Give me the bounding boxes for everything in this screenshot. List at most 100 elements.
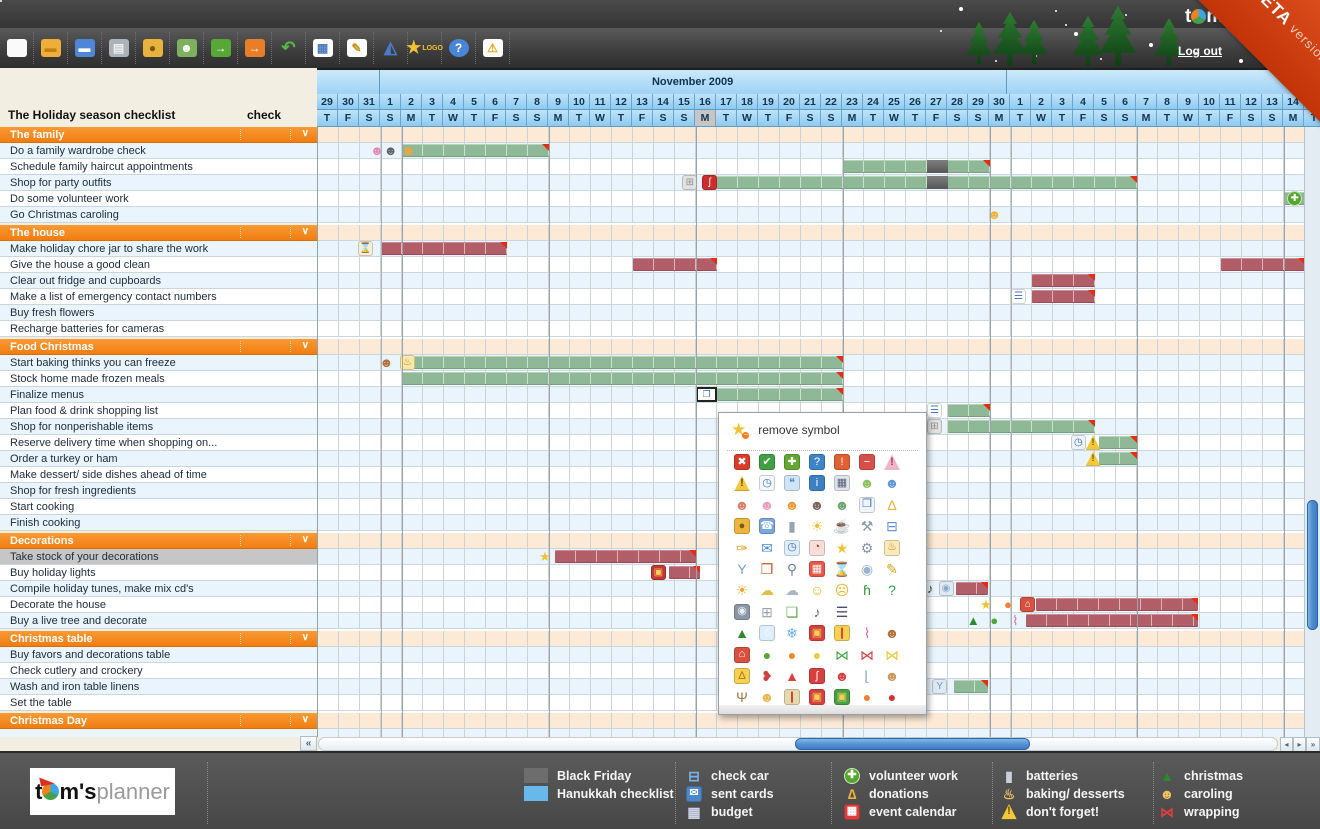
person-orange-icon[interactable]: ☻ (784, 497, 800, 513)
alarm-clock-red-icon[interactable]: ◔ (809, 539, 825, 556)
flip-button[interactable]: ◭ (374, 32, 408, 64)
task-label-row[interactable]: Finalize menus (0, 387, 317, 403)
day-letter-cell[interactable]: M (1283, 110, 1304, 127)
date-cell[interactable]: 6 (1115, 94, 1136, 110)
chevron-down-icon[interactable]: ∨ (302, 534, 309, 545)
day-letter-cell[interactable]: T (1052, 110, 1073, 127)
date-cell[interactable]: 3 (422, 94, 443, 110)
date-cell[interactable]: 3 (1052, 94, 1073, 110)
red-bar[interactable] (1036, 598, 1198, 611)
battery-icon[interactable]: ▮ (784, 518, 800, 534)
alert-icon[interactable]: ! (834, 454, 850, 470)
date-cell[interactable]: 5 (464, 94, 485, 110)
chevron-down-icon[interactable]: ∨ (302, 714, 309, 725)
ornament-yellow-icon[interactable]: ● (809, 647, 825, 663)
date-cell[interactable]: 21 (800, 94, 821, 110)
chevron-down-icon[interactable]: ∨ (302, 226, 309, 237)
red-bar[interactable] (633, 258, 717, 271)
date-cell[interactable]: 4 (1073, 94, 1094, 110)
day-letter-cell[interactable]: S (527, 110, 548, 127)
section-header[interactable]: Decorations ∨ (0, 533, 317, 549)
share-users-button[interactable]: ☻ (170, 32, 204, 64)
task-gantt-row[interactable] (318, 289, 1320, 305)
day-letter-cell[interactable]: W (1031, 110, 1052, 127)
date-cell[interactable]: 17 (716, 94, 737, 110)
warning-pink-icon[interactable]: ! (884, 454, 900, 470)
green-bar[interactable] (843, 160, 990, 173)
bow-green-icon[interactable]: ⋈ (834, 647, 850, 663)
day-letter-cell[interactable]: F (1220, 110, 1241, 127)
task-label-row[interactable]: Decorate the house (0, 597, 317, 613)
alarm-clock-blue-icon[interactable]: ◷ (784, 539, 800, 556)
day-letter-cell[interactable]: S (821, 110, 842, 127)
help-button[interactable]: ? (442, 32, 476, 64)
edit-notes-button[interactable]: ✎ (340, 32, 374, 64)
date-cell[interactable]: 28 (947, 94, 968, 110)
selected-cell[interactable]: ❐ (696, 387, 717, 402)
date-cell[interactable]: 30 (989, 94, 1010, 110)
numbered-list-icon[interactable]: ☰ (834, 604, 850, 620)
day-letter-cell[interactable]: T (569, 110, 590, 127)
envelope-icon[interactable]: ✉ (686, 785, 702, 802)
info-icon[interactable]: i (809, 475, 825, 492)
task-label-row[interactable]: Clear out fridge and cupboards (0, 273, 317, 289)
task-label-row[interactable]: Buy holiday lights (0, 565, 317, 581)
person-blue-icon[interactable]: ☻ (884, 475, 900, 491)
stocking-icon[interactable]: ʃ (809, 668, 825, 684)
gift-red-icon[interactable]: ▣ (809, 625, 825, 642)
day-letter-cell[interactable]: T (464, 110, 485, 127)
date-cell[interactable]: 9 (1178, 94, 1199, 110)
calendar-icon[interactable]: ▦ (844, 803, 860, 820)
task-label-row[interactable]: Schedule family haircut appointments (0, 159, 317, 175)
date-cell[interactable]: 29 (317, 94, 338, 110)
star-icon[interactable]: ★ (834, 540, 850, 556)
fax-phone-icon[interactable]: ☎ (759, 518, 775, 535)
coffee-cup-icon[interactable]: ☕ (833, 518, 850, 534)
date-cell[interactable]: 30 (338, 94, 359, 110)
red-bar[interactable] (555, 550, 696, 563)
day-letter-cell[interactable]: T (716, 110, 737, 127)
numbered-list-icon[interactable]: ☰ (927, 403, 942, 418)
date-cell[interactable]: 14 (653, 94, 674, 110)
date-cell[interactable]: 16 (695, 94, 716, 110)
task-label-row[interactable]: Wash and iron table linens (0, 679, 317, 695)
day-letter-cell[interactable]: S (947, 110, 968, 127)
collapse-panel-button[interactable]: « (300, 736, 317, 751)
date-cell[interactable]: 5 (1094, 94, 1115, 110)
lock-button[interactable]: ● (136, 32, 170, 64)
christmas-tree-icon[interactable]: ▲ (1159, 768, 1175, 784)
bell-icon[interactable]: ∆ (734, 668, 750, 684)
day-letter-cell[interactable]: F (632, 110, 653, 127)
date-cell[interactable]: 11 (1220, 94, 1241, 110)
teddy-bear-icon[interactable]: ☻ (884, 668, 900, 684)
print-button[interactable]: ▤ (102, 32, 136, 64)
pencil-icon[interactable]: ✎ (884, 561, 900, 577)
task-gantt-row[interactable] (318, 191, 1320, 207)
music-note-icon[interactable]: ♪ (809, 604, 825, 620)
person-dark-icon[interactable]: ☻ (809, 497, 825, 513)
date-cell[interactable]: 26 (905, 94, 926, 110)
magnifier-icon[interactable]: ⚲ (784, 561, 800, 577)
day-letter-cell[interactable]: F (779, 110, 800, 127)
ornament-orange-icon[interactable]: ● (784, 647, 800, 663)
day-letter-cell[interactable]: M (1136, 110, 1157, 127)
open-book-icon[interactable]: ❐ (859, 496, 875, 513)
date-cell[interactable]: 13 (632, 94, 653, 110)
clock-icon[interactable]: ◷ (759, 475, 775, 492)
day-letter-cell[interactable]: W (737, 110, 758, 127)
date-cell[interactable]: 8 (527, 94, 548, 110)
chevron-down-icon[interactable]: ∨ (302, 340, 309, 351)
date-cell[interactable]: 13 (1262, 94, 1283, 110)
stop-icon[interactable]: ✖ (734, 454, 750, 470)
gift-green-icon[interactable]: ▣ (834, 689, 850, 706)
task-label-row[interactable]: Take stock of your decorations (0, 549, 317, 565)
new-document-button[interactable] (0, 32, 34, 64)
gift-bag-icon[interactable]: ▣ (650, 565, 666, 580)
chart-warning-button[interactable]: ⚠ (476, 32, 510, 64)
stocking-icon[interactable]: ʃ (702, 175, 718, 190)
question-green-icon[interactable]: ? (884, 582, 900, 598)
date-cell[interactable]: 18 (737, 94, 758, 110)
task-label-row[interactable]: Go Christmas caroling (0, 207, 317, 223)
calculator-icon[interactable]: ▦ (834, 475, 850, 492)
day-letter-cell[interactable]: S (506, 110, 527, 127)
